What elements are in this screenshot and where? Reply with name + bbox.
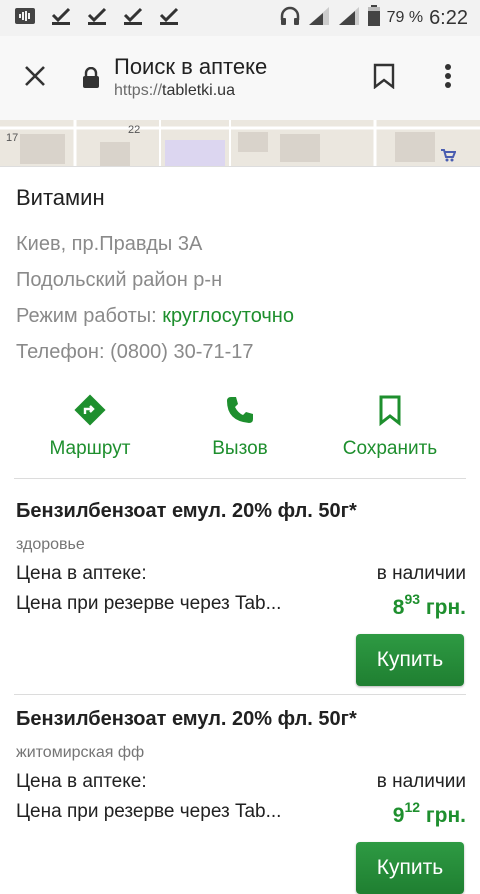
more-menu-button[interactable] — [416, 36, 480, 120]
product-title[interactable]: Бензилбензоат емул. 20% фл. 50г* — [16, 500, 357, 523]
availability: в наличии — [376, 563, 466, 584]
signal-icon — [337, 6, 361, 31]
pharmacy-district: Подольский район р-н — [16, 269, 223, 291]
call-button[interactable]: Вызов — [165, 393, 315, 460]
download-done-icon — [50, 6, 72, 31]
clock: 6:22 — [429, 6, 468, 29]
save-button[interactable]: Сохранить — [315, 393, 465, 460]
price-label: Цена в аптеке: — [16, 563, 147, 584]
availability: в наличии — [376, 771, 466, 792]
bookmark-icon — [373, 63, 395, 94]
map-label: 17 — [6, 132, 19, 144]
pharmacy-address: Киев, пр.Правды 3А — [16, 233, 203, 255]
working-hours-value: круглосуточно — [162, 305, 294, 327]
map-label: 22 — [128, 124, 141, 136]
download-done-icon — [158, 6, 180, 31]
close-button[interactable] — [0, 36, 70, 120]
price-fraction: 93 — [404, 591, 421, 607]
buy-button[interactable]: Купить — [356, 634, 464, 686]
more-vert-icon — [444, 63, 452, 94]
call-label: Вызов — [212, 438, 268, 459]
url-scheme: https:// — [114, 82, 163, 99]
currency: грн. — [420, 596, 466, 619]
buy-button[interactable]: Купить — [356, 842, 464, 894]
pharmacy-price-row: Цена в аптеке: в наличии — [16, 563, 466, 585]
price-main: 9 — [392, 804, 405, 827]
price-label: Цена в аптеке: — [16, 771, 147, 792]
price-main: 8 — [392, 596, 405, 619]
battery-percent: 79 % — [386, 9, 424, 26]
reserve-label: Цена при резерве через Tab... — [16, 593, 282, 614]
working-hours: Режим работы: круглосуточно — [16, 305, 294, 328]
map-view[interactable]: 17 22 — [0, 120, 480, 167]
phone-icon — [223, 397, 257, 431]
bookmark-button[interactable] — [352, 36, 416, 120]
title-area[interactable]: Поиск в аптеке https://tabletki.ua — [114, 54, 352, 102]
product-title[interactable]: Бензилбензоат емул. 20% фл. 50г* — [16, 708, 357, 731]
divider — [14, 694, 466, 695]
bookmark-icon — [373, 395, 407, 431]
shopping-cart-icon — [440, 148, 457, 166]
page-title: Поиск в аптеке — [114, 54, 268, 79]
reserve-price-row: Цена при резерве через Tab... 893 грн. — [16, 591, 466, 619]
reserve-price: 893 грн. — [392, 591, 466, 620]
product-maker: здоровье — [16, 536, 85, 553]
divider — [14, 478, 466, 479]
close-icon — [24, 65, 46, 92]
battery-icon — [367, 4, 381, 32]
action-bar: Маршрут Вызов Сохранить — [0, 393, 480, 463]
headphones-icon — [279, 6, 301, 31]
page-url: https://tabletki.ua — [114, 80, 352, 102]
currency: грн. — [420, 804, 466, 827]
route-button[interactable]: Маршрут — [15, 393, 165, 460]
reserve-price-row: Цена при резерве через Tab... 912 грн. — [16, 799, 466, 827]
download-done-icon — [122, 6, 144, 31]
product-maker: житомирская фф — [16, 744, 145, 761]
voicemail-icon — [14, 6, 36, 31]
pharmacy-name: Витамин — [16, 185, 105, 210]
working-hours-label: Режим работы: — [16, 305, 163, 327]
reserve-price: 912 грн. — [392, 799, 466, 828]
save-label: Сохранить — [342, 438, 438, 459]
url-domain: tabletki.ua — [162, 82, 235, 99]
pharmacy-price-row: Цена в аптеке: в наличии — [16, 771, 466, 793]
price-fraction: 12 — [404, 799, 421, 815]
route-label: Маршрут — [49, 438, 131, 459]
directions-icon — [73, 394, 107, 431]
lock-icon[interactable] — [76, 67, 106, 89]
custom-tab-toolbar: Поиск в аптеке https://tabletki.ua — [0, 36, 480, 120]
signal-icon — [307, 6, 331, 31]
download-done-icon — [86, 6, 108, 31]
reserve-label: Цена при резерве через Tab... — [16, 801, 282, 822]
pharmacy-phone[interactable]: Телефон: (0800) 30-71-17 — [16, 341, 254, 364]
status-bar: 79 % 6:22 — [0, 0, 480, 36]
